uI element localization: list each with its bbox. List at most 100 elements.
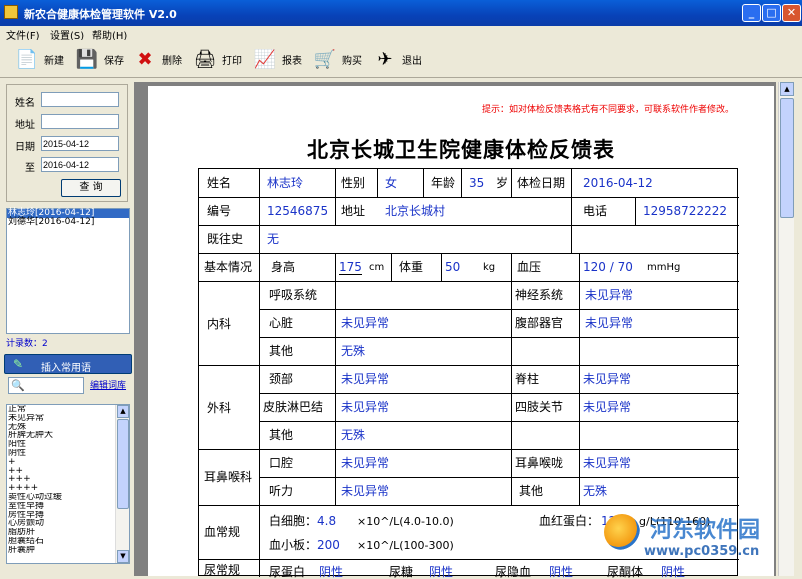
list-item[interactable]: 窦性心动过缓 [7,493,129,502]
ent-other-label: 其他 [519,484,544,498]
internal-label: 内科 [207,317,232,331]
to-label: 至 [25,163,35,174]
basic-label: 基本情况 [204,260,253,274]
list-item[interactable]: ++++ [7,484,129,493]
urine-blood-value[interactable]: 阴性 [549,565,573,579]
phone-label: 电话 [583,204,608,218]
height-value[interactable]: 175 [339,260,362,275]
search-form: 姓名 地址 日期 至 查 询 [6,84,128,202]
date-from-input[interactable] [41,136,119,151]
watermark: 河东软件园 www.pc0359.cn [600,508,800,574]
limbs-value[interactable]: 未见异常 [583,400,631,414]
list-item[interactable]: 无殊 [7,423,129,432]
urine-protein-value[interactable]: 阴性 [319,565,343,579]
urine-sugar-value[interactable]: 阴性 [429,565,453,579]
list-item[interactable]: +++ [7,475,129,484]
new-document-icon: 📄 [15,48,39,70]
neck-value[interactable]: 未见异常 [341,372,389,386]
history-value[interactable]: 无 [267,232,279,246]
list-item[interactable]: 脂肪肝 [7,528,129,537]
scroll-up-arrow[interactable]: ▲ [117,405,129,418]
buy-button[interactable]: 🛒 购买 [314,46,362,72]
spine-value[interactable]: 未见异常 [583,372,631,386]
phrase-list-scrollbar[interactable]: ▲ ▼ [115,405,129,563]
save-button[interactable]: 💾 保存 [76,46,124,72]
exam-date-value[interactable]: 2016-04-12 [583,176,653,190]
name-label: 姓名 [15,98,35,109]
address-input[interactable] [41,114,119,129]
buy-label: 购买 [342,55,362,67]
internal-other-value[interactable]: 无殊 [341,344,365,358]
date-to-input[interactable] [41,157,119,172]
hearing-value[interactable]: 未见异常 [341,484,389,498]
lymph-value[interactable]: 未见异常 [341,400,389,414]
list-item[interactable]: 肝囊肿 [7,546,129,555]
list-item[interactable]: 未见异常 [7,414,129,423]
lymph-label: 皮肤淋巴结 [263,400,324,414]
record-list: 林志玲[2016-04-12] 刘德华[2016-04-12] [6,208,130,334]
report-button[interactable]: 📈 报表 [254,46,302,72]
close-button[interactable]: ✕ [782,4,801,22]
address-label: 地址 [341,204,366,218]
weight-label: 体重 [399,260,424,274]
neuro-value[interactable]: 未见异常 [585,288,633,302]
resp-label: 呼吸系统 [269,288,318,302]
record-item[interactable]: 刘德华[2016-04-12] [7,218,129,227]
sex-value[interactable]: 女 [385,176,397,190]
urine-label: 尿常规 [204,563,241,577]
list-item[interactable]: 正常 [7,405,129,414]
abdomen-value[interactable]: 未见异常 [585,316,633,330]
scroll-down-arrow[interactable]: ▼ [117,550,129,563]
list-item[interactable]: 阴性 [7,449,129,458]
maximize-button[interactable]: □ [762,4,781,22]
app-icon [4,5,18,19]
query-button[interactable]: 查 询 [61,179,121,197]
scroll-up-arrow[interactable]: ▲ [780,82,794,96]
age-value[interactable]: 35 [469,176,484,190]
document-scrollbar[interactable]: ▲ [778,82,794,576]
neuro-label: 神经系统 [515,288,564,302]
buy-icon: 🛒 [313,48,337,70]
heart-value[interactable]: 未见异常 [341,316,389,330]
history-label: 既往史 [207,232,244,246]
list-item[interactable]: 肝脾无肿大 [7,431,129,440]
new-button[interactable]: 📄 新建 [16,46,64,72]
left-panel: 姓名 地址 日期 至 查 询 林志玲[2016-04-12] 刘德华[2016-… [0,80,132,576]
minimize-button[interactable]: _ [742,4,761,22]
sex-label: 性别 [341,176,366,190]
list-item[interactable]: 阳性 [7,440,129,449]
id-value[interactable]: 12546875 [267,204,328,218]
list-item[interactable]: 房性早搏 [7,511,129,520]
list-item[interactable]: 胆囊结石 [7,537,129,546]
ent-other-value[interactable]: 无殊 [583,484,607,498]
save-icon: 💾 [75,48,99,70]
edit-phrases-link[interactable]: 编辑词库 [90,378,126,391]
save-label: 保存 [104,55,124,67]
delete-button[interactable]: ✖ 删除 [134,46,182,72]
list-item[interactable]: 心房颤动 [7,519,129,528]
phrase-search-input[interactable]: 🔍 [8,377,84,394]
name-value[interactable]: 林志玲 [267,176,303,190]
plt-value[interactable]: 200 [317,538,340,552]
age-label: 年龄 [431,176,456,190]
report-title: 北京长城卫生院健康体检反馈表 [307,138,615,162]
exit-button[interactable]: ✈ 退出 [374,46,422,72]
insert-phrase-button[interactable]: ✎ 插入常用语 [4,354,132,374]
scroll-thumb[interactable] [780,98,794,218]
list-item[interactable]: 室性早搏 [7,502,129,511]
scroll-thumb[interactable] [117,419,129,509]
phone-value[interactable]: 12958722222 [643,204,727,218]
list-item[interactable]: ++ [7,467,129,476]
name-input[interactable] [41,92,119,107]
bp-value[interactable]: 120 / 70 [583,260,633,274]
delete-icon: ✖ [137,48,153,70]
weight-value[interactable]: 50 [445,260,460,274]
surgery-other-value[interactable]: 无殊 [341,428,365,442]
address-label: 地址 [15,120,35,131]
wbc-value[interactable]: 4.8 [317,514,336,528]
mouth-value[interactable]: 未见异常 [341,456,389,470]
print-button[interactable]: 🖨 打印 [194,46,242,72]
ent-throat-value[interactable]: 未见异常 [583,456,631,470]
list-item[interactable]: + [7,458,129,467]
address-value[interactable]: 北京长城村 [385,204,445,218]
